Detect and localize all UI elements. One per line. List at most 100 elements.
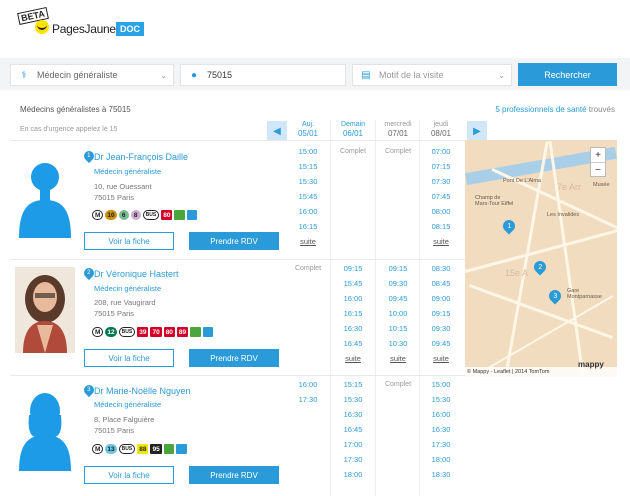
time-slot[interactable]: 16:00	[288, 377, 328, 392]
time-slot[interactable]: 16:45	[333, 336, 373, 351]
time-slot[interactable]: 09:00	[421, 291, 461, 306]
search-button[interactable]: Rechercher	[518, 63, 617, 86]
time-slot[interactable]: 07:30	[421, 174, 461, 189]
day-header-0: Auj. 05/01	[288, 120, 328, 138]
time-slot[interactable]: 15:45	[288, 189, 328, 204]
map-label: Musée	[593, 182, 610, 188]
book-appointment-button[interactable]: Prendre RDV	[189, 466, 279, 484]
time-slot[interactable]: 15:45	[333, 276, 373, 291]
doctor-name[interactable]: Dr Marie-Noëlle Nguyen	[94, 386, 191, 396]
time-slot[interactable]: 07:45	[421, 189, 461, 204]
more-slots-link[interactable]: suite	[288, 234, 328, 249]
doctor-photo[interactable]	[15, 267, 75, 353]
time-slot[interactable]: 15:30	[333, 392, 373, 407]
time-slot[interactable]: 09:30	[378, 276, 418, 291]
time-slot[interactable]: 09:45	[421, 336, 461, 351]
doctor-specialty: Médecin généraliste	[94, 284, 162, 293]
time-slot[interactable]: 15:30	[288, 174, 328, 189]
more-slots-link[interactable]: suite	[421, 234, 461, 249]
time-slot[interactable]: 17:30	[288, 392, 328, 407]
prev-days-button[interactable]: ◀	[267, 121, 287, 141]
zoom-in-button[interactable]: +	[591, 148, 605, 163]
results-count-suffix: trouvés	[588, 105, 615, 114]
doctor-avatar-placeholder[interactable]	[15, 152, 75, 238]
time-slot[interactable]: 15:00	[288, 144, 328, 159]
metro-line-badge: 13	[105, 444, 117, 454]
doctor-specialty: Médecin généraliste	[94, 400, 162, 409]
time-slot[interactable]: 16:15	[333, 306, 373, 321]
view-profile-button[interactable]: Voir la fiche	[84, 349, 174, 367]
time-slot[interactable]: 18:00	[421, 452, 461, 467]
time-slot[interactable]: 10:00	[378, 306, 418, 321]
urgence-notice: En cas d'urgence appelez le 15	[20, 126, 118, 133]
time-slot[interactable]: 15:15	[288, 159, 328, 174]
time-slot[interactable]: 09:15	[333, 261, 373, 276]
time-slot[interactable]: 09:30	[421, 321, 461, 336]
time-slot[interactable]: 07:00	[421, 144, 461, 159]
time-slot[interactable]: 09:15	[421, 306, 461, 321]
time-slot[interactable]: 08:45	[421, 276, 461, 291]
day-date: 07/01	[387, 129, 409, 138]
doctor-avatar-placeholder[interactable]	[15, 385, 75, 471]
map-marker-1[interactable]: 1	[500, 217, 518, 235]
next-days-button[interactable]: ▶	[467, 121, 487, 141]
reason-select[interactable]: ▤ Motif de la visite ⌄	[352, 64, 512, 86]
view-profile-button[interactable]: Voir la fiche	[84, 232, 174, 250]
time-slot[interactable]: 16:00	[421, 407, 461, 422]
brand-name[interactable]: PagesJaunes	[52, 22, 122, 36]
time-slot[interactable]: 07:15	[421, 159, 461, 174]
map-district-label: 7e Arr	[557, 182, 582, 192]
time-slot[interactable]: 18:30	[421, 467, 461, 482]
metro-line-badge: 6	[118, 210, 129, 220]
time-slot[interactable]: 09:45	[378, 291, 418, 306]
time-slot[interactable]: 16:30	[421, 422, 461, 437]
time-slot[interactable]: 16:15	[288, 219, 328, 234]
time-slot[interactable]: 15:30	[421, 392, 461, 407]
results-count: 5 professionnels de santé trouvés	[495, 105, 615, 114]
bus-line-badge: 80	[161, 210, 173, 220]
marker-number: 1	[507, 222, 511, 230]
day-date: 08/01	[430, 129, 452, 138]
address-line: 10, rue Ouessant	[94, 182, 152, 191]
time-slot[interactable]: 10:30	[378, 336, 418, 351]
time-slot[interactable]: 08:30	[421, 261, 461, 276]
location-input[interactable]: ● 75015	[180, 64, 346, 86]
day-header-3: jeudi 08/01	[421, 120, 461, 138]
view-profile-button[interactable]: Voir la fiche	[84, 466, 174, 484]
time-slot[interactable]: 08:15	[421, 219, 461, 234]
doctor-name[interactable]: Dr Jean-François Daille	[94, 152, 188, 162]
more-slots-link[interactable]: suite	[333, 351, 373, 366]
doctor-address: 208, rue Vaugirard 75015 Paris	[94, 297, 156, 319]
time-slot[interactable]: 16:30	[333, 407, 373, 422]
time-slot[interactable]: 08:00	[421, 204, 461, 219]
time-slot[interactable]: 09:15	[378, 261, 418, 276]
map-marker-2[interactable]: 2	[531, 258, 549, 276]
metro-icon: M	[92, 327, 104, 337]
specialty-value: Médecin généraliste	[37, 70, 118, 80]
book-appointment-button[interactable]: Prendre RDV	[189, 232, 279, 250]
more-slots-link[interactable]: suite	[421, 351, 461, 366]
metro-line-badge: 10	[105, 210, 117, 220]
specialty-select[interactable]: ⚕ Médecin généraliste ⌄	[10, 64, 174, 86]
time-slot[interactable]: 10:15	[378, 321, 418, 336]
zoom-out-button[interactable]: −	[591, 163, 605, 178]
time-slot[interactable]: 16:00	[333, 291, 373, 306]
time-slot[interactable]: 17:30	[421, 437, 461, 452]
metro-line-badge: 12	[105, 327, 117, 337]
map-marker-3[interactable]: 3	[546, 287, 564, 305]
day-label: mercredi	[384, 121, 412, 128]
doctor-name[interactable]: Dr Véronique Hastert	[94, 269, 179, 279]
bus-icon: BUS	[142, 210, 160, 220]
book-appointment-button[interactable]: Prendre RDV	[189, 349, 279, 367]
time-slot[interactable]: 16:00	[288, 204, 328, 219]
time-slot[interactable]: 15:15	[333, 377, 373, 392]
row-divider	[10, 375, 465, 376]
metro-icon: M	[92, 210, 104, 220]
more-slots-link[interactable]: suite	[378, 351, 418, 366]
time-slot[interactable]: 18:00	[333, 467, 373, 482]
time-slot[interactable]: 17:30	[333, 452, 373, 467]
time-slot[interactable]: 16:30	[333, 321, 373, 336]
time-slot[interactable]: 17:00	[333, 437, 373, 452]
time-slot[interactable]: 16:45	[333, 422, 373, 437]
time-slot[interactable]: 15:00	[421, 377, 461, 392]
